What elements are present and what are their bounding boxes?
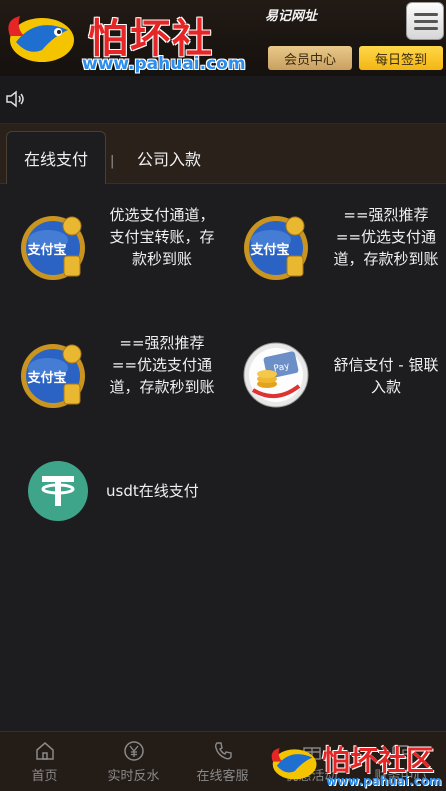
- payment-option[interactable]: 支付宝 优选支付通道，支付宝转账，存款秒到账: [0, 190, 223, 310]
- home-icon: [36, 742, 54, 760]
- hamburger-bar: [414, 13, 438, 16]
- tab-separator: |: [110, 154, 115, 169]
- brand-url: www.pahuai.com: [82, 54, 246, 74]
- fish-logo-icon: [8, 16, 74, 62]
- hamburger-bar: [414, 20, 438, 23]
- svg-text:支付宝: 支付宝: [249, 242, 289, 258]
- watermark-brand: 怕坏社区: [322, 744, 435, 777]
- header: 怕坏社区 www.pahuai.com 易记网址 会员中心 每日签到: [0, 0, 446, 120]
- payment-option[interactable]: Pay 舒信支付 - 银联入款: [223, 320, 446, 440]
- phone-icon: [214, 742, 232, 760]
- yen-icon: [124, 741, 144, 761]
- payment-label: 优选支付通道，支付宝转账，存款秒到账: [109, 206, 215, 268]
- payment-label: ==强烈推荐==优选支付通道，存款秒到账: [109, 334, 215, 396]
- daily-sign-button[interactable]: 每日签到: [359, 46, 443, 70]
- payment-option[interactable]: usdt在线支付: [0, 450, 223, 570]
- speaker-icon: [6, 90, 24, 108]
- alipay-icon: 支付宝: [244, 216, 308, 280]
- nav-home[interactable]: 首页: [0, 732, 89, 791]
- tab-online-payment[interactable]: 在线支付: [6, 131, 106, 184]
- payment-label: usdt在线支付: [106, 482, 199, 500]
- payment-option[interactable]: 支付宝 ==强烈推荐==优选支付通道，存款秒到账: [0, 320, 223, 440]
- member-center-button[interactable]: 会员中心: [268, 46, 352, 70]
- alipay-icon: 支付宝: [21, 216, 85, 280]
- watermark-logo: 怕坏社区 www.pahuai.com: [270, 739, 446, 791]
- nav-label: 在线客服: [196, 769, 249, 784]
- notice-bar: [0, 76, 446, 124]
- svg-text:支付宝: 支付宝: [26, 242, 66, 258]
- payment-tabs: 在线支付 | 公司入款: [0, 124, 446, 184]
- nav-rebate[interactable]: 实时反水: [89, 732, 178, 791]
- site-note: 易记网址: [265, 9, 318, 24]
- tab-company-deposit[interactable]: 公司入款: [128, 131, 210, 184]
- watermark-url: www.pahuai.com: [326, 774, 442, 788]
- hamburger-bar: [414, 27, 438, 30]
- alipay-icon: 支付宝: [21, 344, 85, 408]
- payment-option[interactable]: 支付宝 ==强烈推荐==优选支付通道，存款秒到账: [223, 190, 446, 310]
- menu-button[interactable]: [406, 2, 444, 40]
- page: 怕坏社区 www.pahuai.com 易记网址 会员中心 每日签到 在线支付 …: [0, 0, 446, 791]
- nav-label: 首页: [31, 769, 58, 784]
- site-logo[interactable]: 怕坏社区 www.pahuai.com: [6, 4, 250, 120]
- nav-label: 实时反水: [107, 769, 160, 784]
- fish-logo-icon: [271, 747, 317, 780]
- svg-text:支付宝: 支付宝: [26, 370, 66, 386]
- nav-support[interactable]: 在线客服: [178, 732, 267, 791]
- unionpay-icon: Pay: [243, 342, 309, 408]
- payment-label: 舒信支付 - 银联入款: [333, 356, 439, 396]
- tether-icon: [28, 461, 88, 521]
- payment-label: ==强烈推荐==优选支付通道，存款秒到账: [333, 206, 439, 268]
